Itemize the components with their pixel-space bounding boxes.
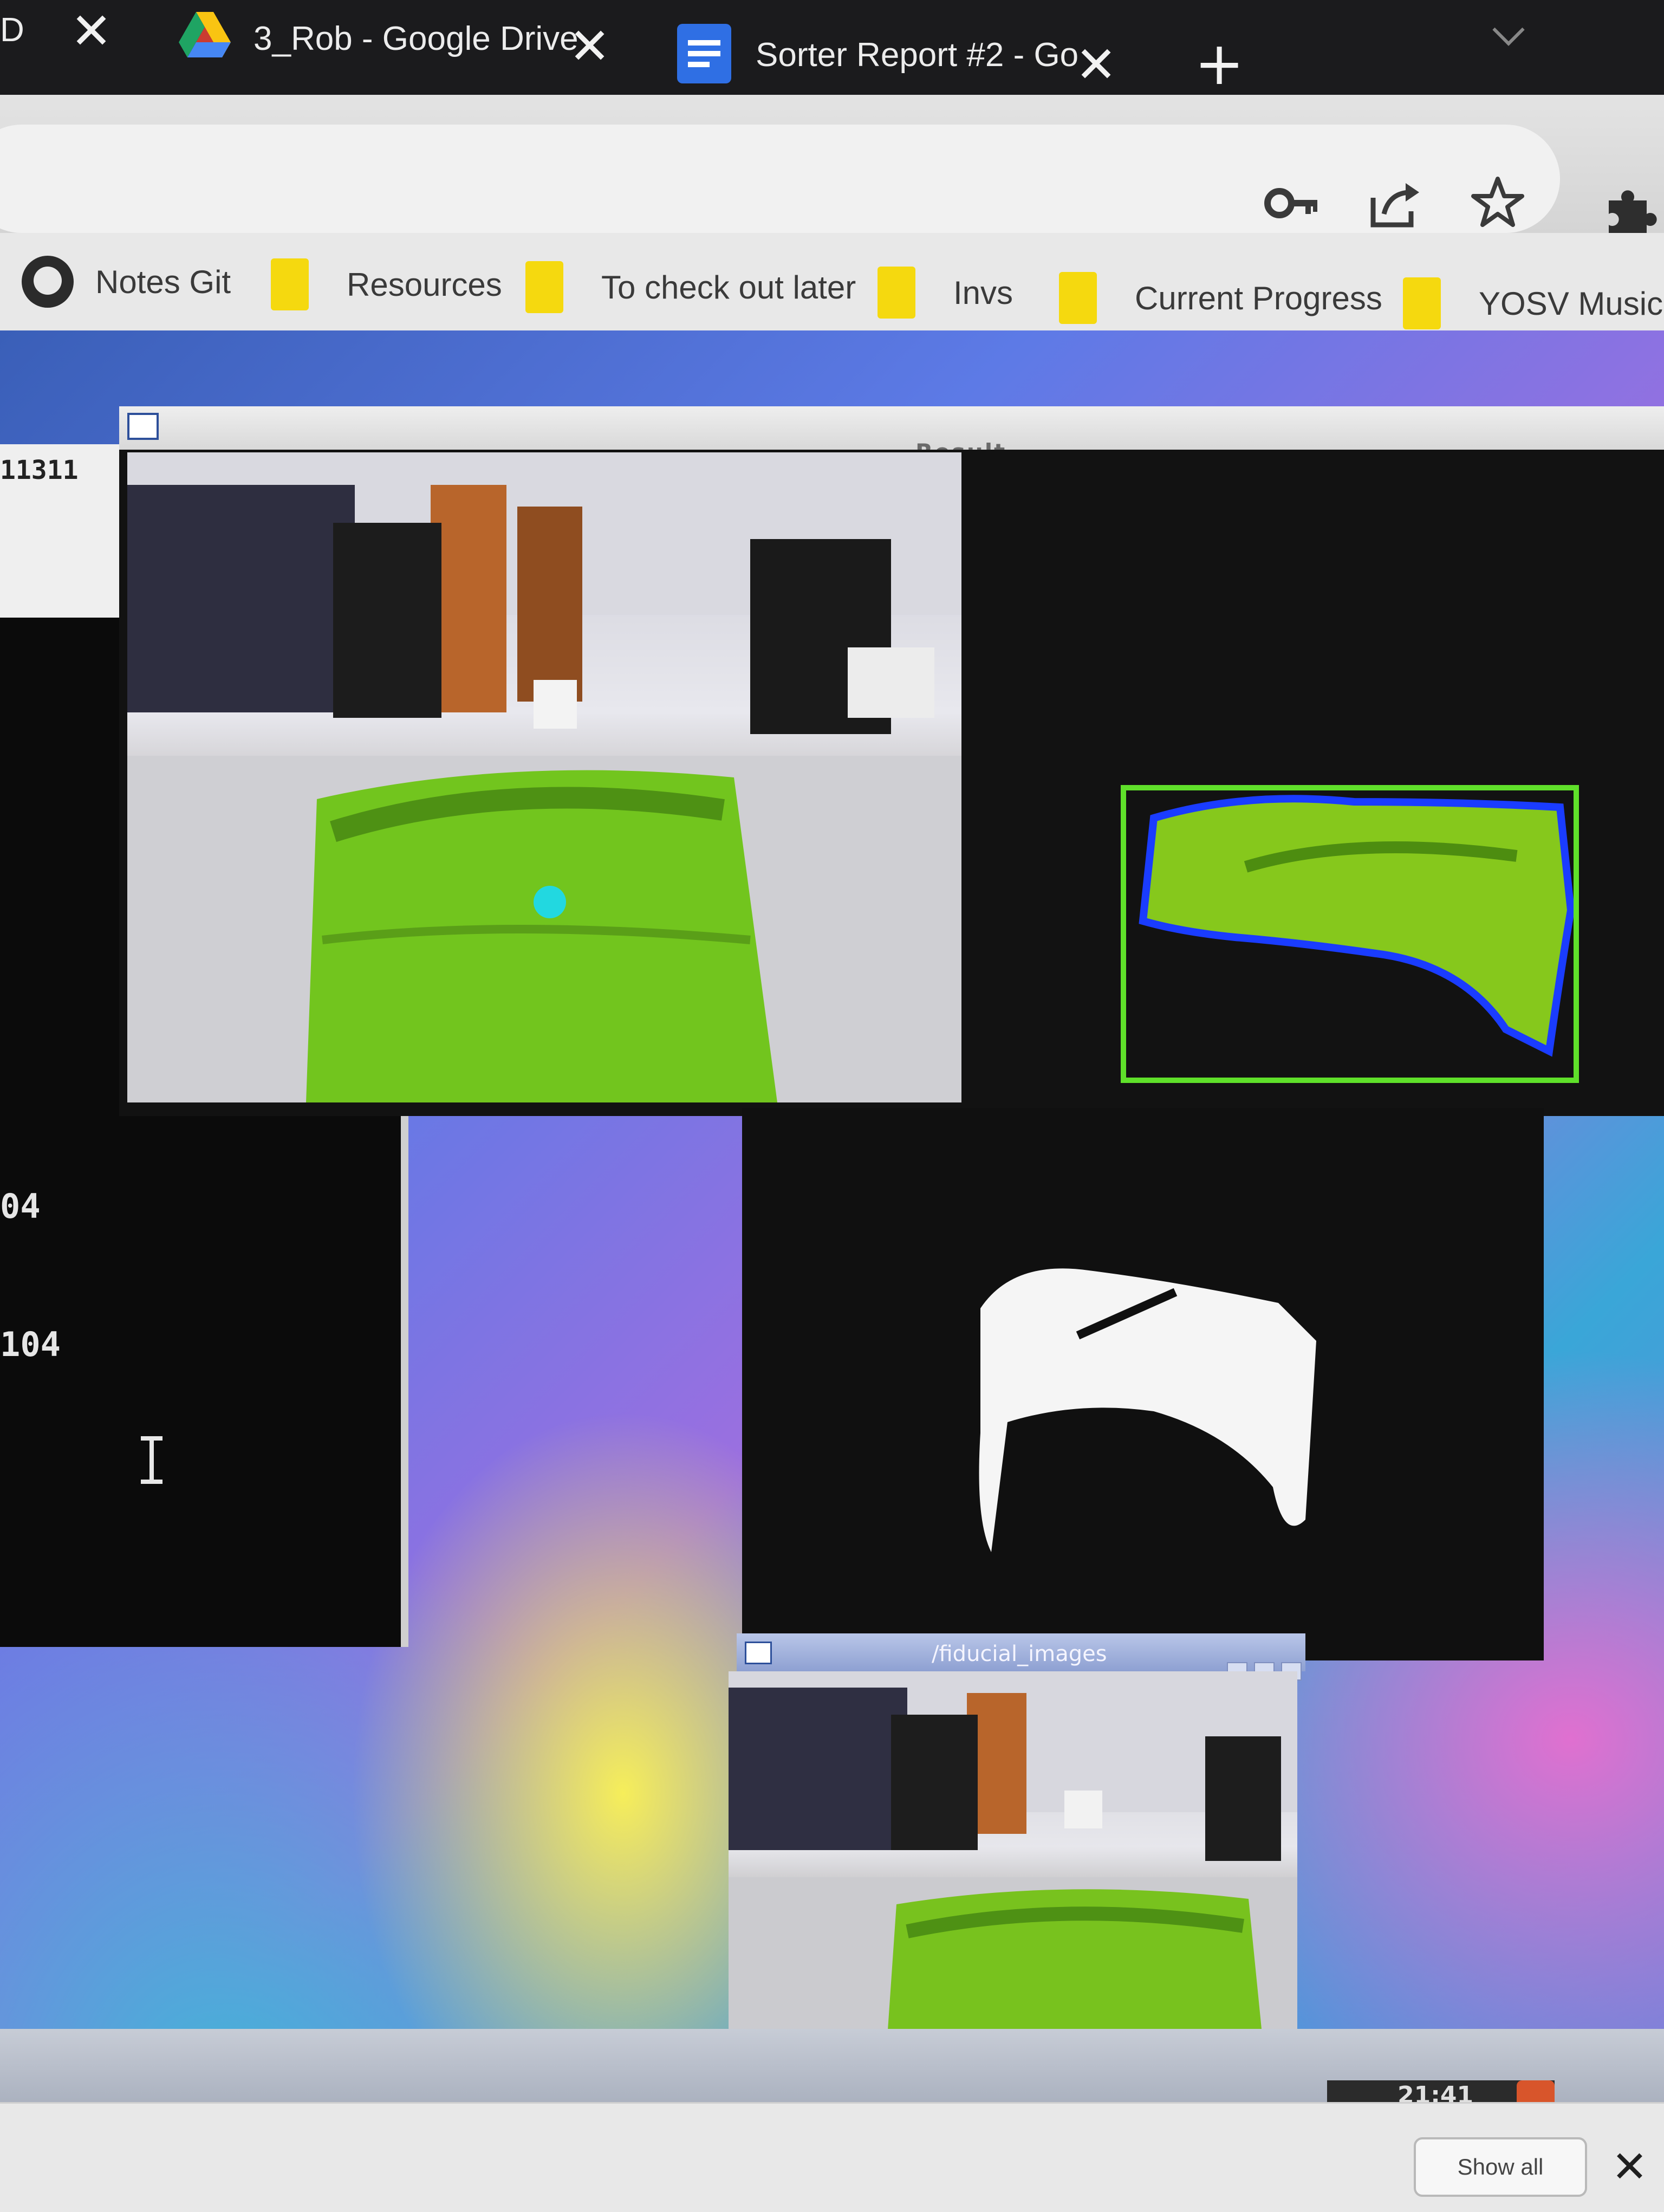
text-cursor-icon [141,1436,162,1484]
folder-icon [525,261,563,313]
fiducial-camera-image [729,1671,1297,2061]
google-drive-icon [179,12,231,57]
bookmark-label: YOSV Music [1479,285,1663,322]
bookmark-current-progress[interactable]: Current Progress [1059,265,1382,330]
terminal-line: 104 [0,1325,61,1364]
close-downloads-icon[interactable]: ✕ [1611,2145,1648,2189]
tab-close-icon[interactable]: ✕ [70,7,112,56]
bookmark-label: Current Progress [1135,280,1382,316]
binary-mask-image [742,1108,1544,1660]
address-bar[interactable] [0,125,1560,233]
google-docs-icon [677,24,731,83]
window-menu-icon[interactable] [745,1642,772,1664]
bookmark-invs[interactable]: Invs [877,260,1013,325]
show-all-button[interactable]: Show all [1414,2137,1587,2197]
terminal-top-value: 11311 [0,455,79,485]
window-menu-icon[interactable] [127,413,159,440]
folder-icon [271,258,309,310]
share-icon[interactable] [1365,173,1425,233]
tab-close-icon[interactable]: ✕ [1075,40,1117,90]
bookmark-resources[interactable]: Resources [271,252,502,317]
tab-close-icon[interactable]: ✕ [569,22,610,72]
bookmark-label: Notes Git [95,263,231,300]
star-icon[interactable] [1468,173,1528,233]
tab-partial-title[interactable]: D [0,11,24,49]
bookmark-yosv-music[interactable]: YOSV Music [1403,271,1663,336]
key-icon[interactable] [1262,173,1322,233]
tab-google-drive[interactable]: 3_Rob - Google Drive [253,20,578,58]
github-icon [22,256,74,308]
bookmark-label: To check out later [601,269,856,306]
camera-feed-image [127,452,961,1102]
result-window-titlebar[interactable] [119,406,1664,456]
folder-icon [877,267,915,319]
fiducial-window-title: /fiducial_images [932,1642,1107,1666]
folder-icon [1059,272,1097,324]
bookmark-to-check-out-later[interactable]: To check out later [525,255,856,320]
tab-sorter-report[interactable]: Sorter Report #2 - Go [756,36,1078,74]
folder-icon [1403,277,1441,329]
bookmark-label: Invs [953,274,1013,311]
bookmark-notes-git[interactable]: Notes Git [22,249,231,314]
new-tab-button[interactable]: + [1194,34,1244,93]
terminal-line: 04 [0,1186,41,1226]
bookmark-label: Resources [347,266,502,303]
detection-bbox-image [1121,785,1579,1083]
